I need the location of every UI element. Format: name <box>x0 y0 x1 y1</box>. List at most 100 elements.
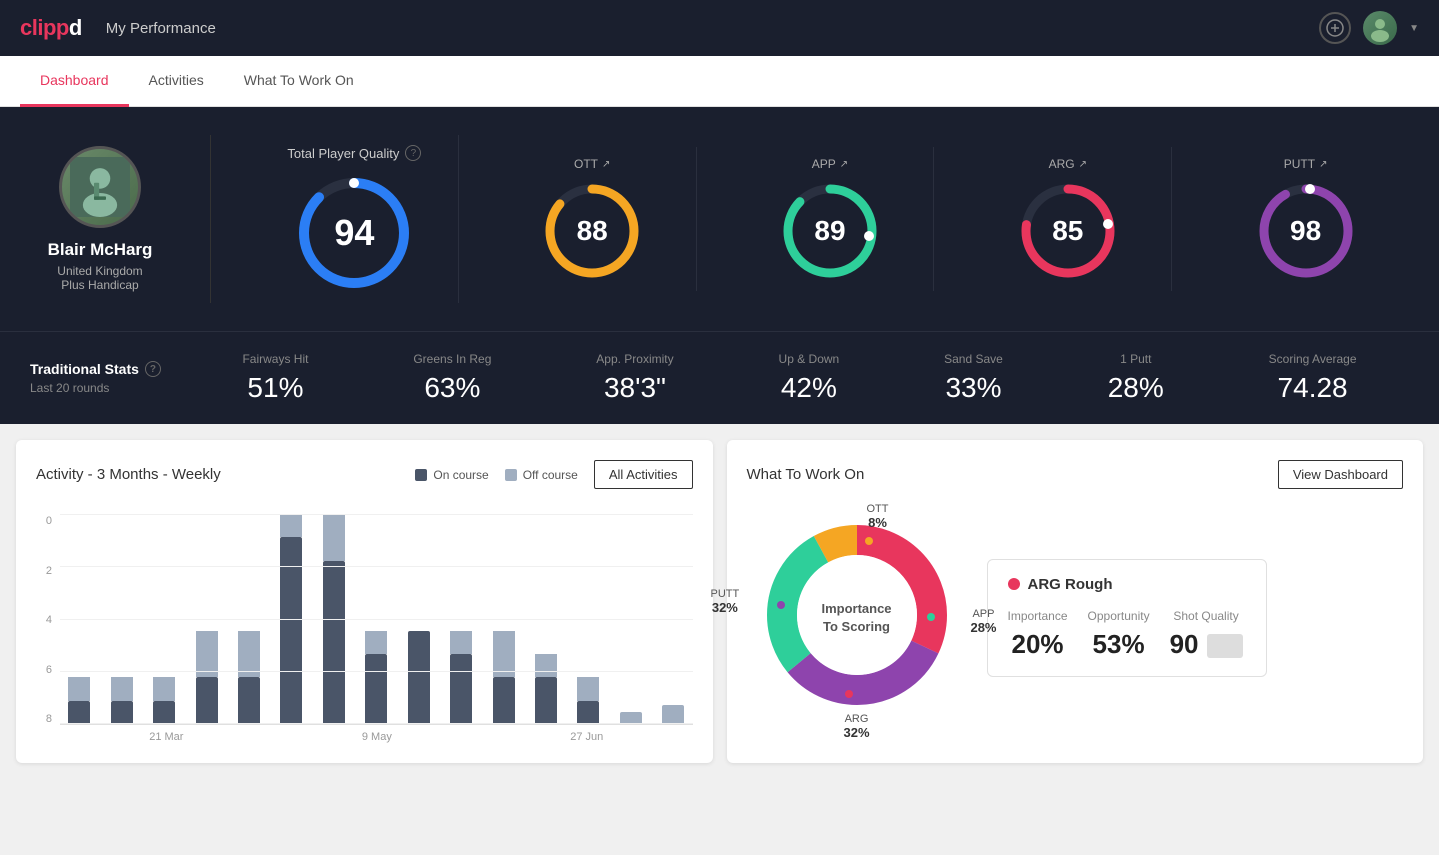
work-card-metrics: Importance 20% Opportunity 53% Shot Qual… <box>1008 609 1246 660</box>
player-country: United Kingdom <box>57 264 142 278</box>
bar-off-10 <box>493 631 515 678</box>
tab-activities[interactable]: Activities <box>129 56 224 107</box>
putt-label: PUTT ↗ <box>1284 157 1328 171</box>
bar-on-10 <box>493 677 515 724</box>
app-donut-label: APP <box>970 608 996 620</box>
putt-value: 98 <box>1290 215 1321 247</box>
bar-group-6 <box>315 514 353 724</box>
header: clippd My Performance ▼ <box>0 0 1439 56</box>
bar-group-13 <box>612 712 650 724</box>
importance-metric: Importance 20% <box>1008 609 1068 660</box>
bar-off-12 <box>577 677 599 700</box>
legend-off-course: Off course <box>505 468 578 482</box>
what-panel-title: What To Work On <box>747 466 865 483</box>
bottom-panels: Activity - 3 Months - Weekly On course O… <box>0 424 1439 779</box>
bar-on-2 <box>153 701 175 724</box>
bar-group-7 <box>357 631 395 724</box>
add-button[interactable] <box>1319 12 1351 44</box>
shot-quality-metric: Shot Quality 90 <box>1170 609 1243 660</box>
shot-quality-badge <box>1207 634 1243 658</box>
bar-on-5 <box>280 537 302 724</box>
app-value: 89 <box>814 215 845 247</box>
help-icon[interactable]: ? <box>405 145 421 161</box>
stat-sandsave: Sand Save 33% <box>944 352 1003 404</box>
player-info: Blair McHarg United Kingdom Plus Handica… <box>30 146 170 292</box>
total-quality-label: Total Player Quality ? <box>287 145 421 161</box>
total-quality-value: 94 <box>334 212 374 254</box>
logo: clippd <box>20 15 82 41</box>
bar-group-5 <box>272 514 310 724</box>
ott-donut-label: OTT <box>867 503 889 515</box>
bar-on-1 <box>111 701 133 724</box>
bar-group-3 <box>187 631 225 724</box>
tab-what-to-work-on[interactable]: What To Work On <box>224 56 374 107</box>
player-handicap: Plus Handicap <box>61 278 138 292</box>
bar-off-13 <box>620 712 642 724</box>
ott-card: OTT ↗ 88 <box>489 147 697 291</box>
stat-scoring: Scoring Average 74.28 <box>1269 352 1357 404</box>
ott-value: 88 <box>577 215 608 247</box>
bar-group-0 <box>60 677 98 724</box>
stats-subtitle: Last 20 rounds <box>30 381 190 395</box>
legend-off-course-dot <box>505 469 517 481</box>
bar-group-1 <box>102 677 140 724</box>
what-to-work-on-panel: What To Work On View Dashboard <box>727 440 1424 763</box>
activity-chart-title: Activity - 3 Months - Weekly <box>36 466 221 483</box>
arg-donut-label: ARG <box>843 713 869 725</box>
stat-items: Fairways Hit 51% Greens In Reg 63% App. … <box>190 352 1409 404</box>
bar-on-6 <box>323 561 345 724</box>
arg-value: 85 <box>1052 215 1083 247</box>
bar-on-8 <box>408 631 430 724</box>
stat-updown: Up & Down 42% <box>779 352 840 404</box>
work-on-card: ARG Rough Importance 20% Opportunity 53%… <box>987 559 1267 677</box>
stat-fairways: Fairways Hit 51% <box>242 352 308 404</box>
hero-section: Blair McHarg United Kingdom Plus Handica… <box>0 107 1439 331</box>
stat-1putt: 1 Putt 28% <box>1108 352 1164 404</box>
bar-off-4 <box>238 631 260 678</box>
bar-off-11 <box>535 654 557 677</box>
bar-group-12 <box>569 677 607 724</box>
what-panel-header: What To Work On View Dashboard <box>747 460 1404 489</box>
stat-proximity: App. Proximity 38'3" <box>596 352 673 404</box>
stats-help-icon[interactable]: ? <box>145 361 161 377</box>
stats-label: Traditional Stats ? Last 20 rounds <box>30 361 190 395</box>
bar-off-14 <box>662 705 684 724</box>
tab-dashboard[interactable]: Dashboard <box>20 56 129 107</box>
avatar[interactable] <box>1363 11 1397 45</box>
stats-row: Traditional Stats ? Last 20 rounds Fairw… <box>0 331 1439 424</box>
arg-label: ARG ↗ <box>1049 157 1087 171</box>
ott-label: OTT ↗ <box>574 157 610 171</box>
bar-chart: 8 6 4 2 0 <box>36 505 693 725</box>
bar-group-8 <box>400 631 438 724</box>
bar-group-9 <box>442 631 480 724</box>
arg-card: ARG ↗ 85 <box>964 147 1172 291</box>
player-name: Blair McHarg <box>48 240 153 260</box>
bar-on-7 <box>365 654 387 724</box>
bar-off-1 <box>111 677 133 700</box>
avatar-chevron: ▼ <box>1409 23 1419 34</box>
bar-off-2 <box>153 677 175 700</box>
header-title: My Performance <box>106 20 216 37</box>
what-panel-content: Importance To Scoring OTT 8% APP 28% ARG <box>747 505 1404 730</box>
bar-on-3 <box>196 677 218 724</box>
putt-card: PUTT ↗ 98 <box>1202 147 1409 291</box>
activity-panel-header: Activity - 3 Months - Weekly On course O… <box>36 460 693 489</box>
nav-tabs: Dashboard Activities What To Work On <box>0 56 1439 107</box>
bar-on-4 <box>238 677 260 724</box>
view-dashboard-button[interactable]: View Dashboard <box>1278 460 1403 489</box>
bar-off-0 <box>68 677 90 700</box>
bar-group-11 <box>527 654 565 724</box>
all-activities-button[interactable]: All Activities <box>594 460 693 489</box>
bar-group-10 <box>484 631 522 724</box>
bar-group-2 <box>145 677 183 724</box>
work-card-title: ARG Rough <box>1008 576 1246 593</box>
bar-on-9 <box>450 654 472 724</box>
bar-off-6 <box>323 514 345 561</box>
bar-on-0 <box>68 701 90 724</box>
chart-legend: On course Off course <box>415 468 578 482</box>
bars-wrapper <box>60 515 693 725</box>
activity-panel: Activity - 3 Months - Weekly On course O… <box>16 440 713 763</box>
total-quality-card: Total Player Quality ? 94 <box>251 135 459 303</box>
legend-on-course: On course <box>415 468 488 482</box>
bar-off-7 <box>365 631 387 654</box>
